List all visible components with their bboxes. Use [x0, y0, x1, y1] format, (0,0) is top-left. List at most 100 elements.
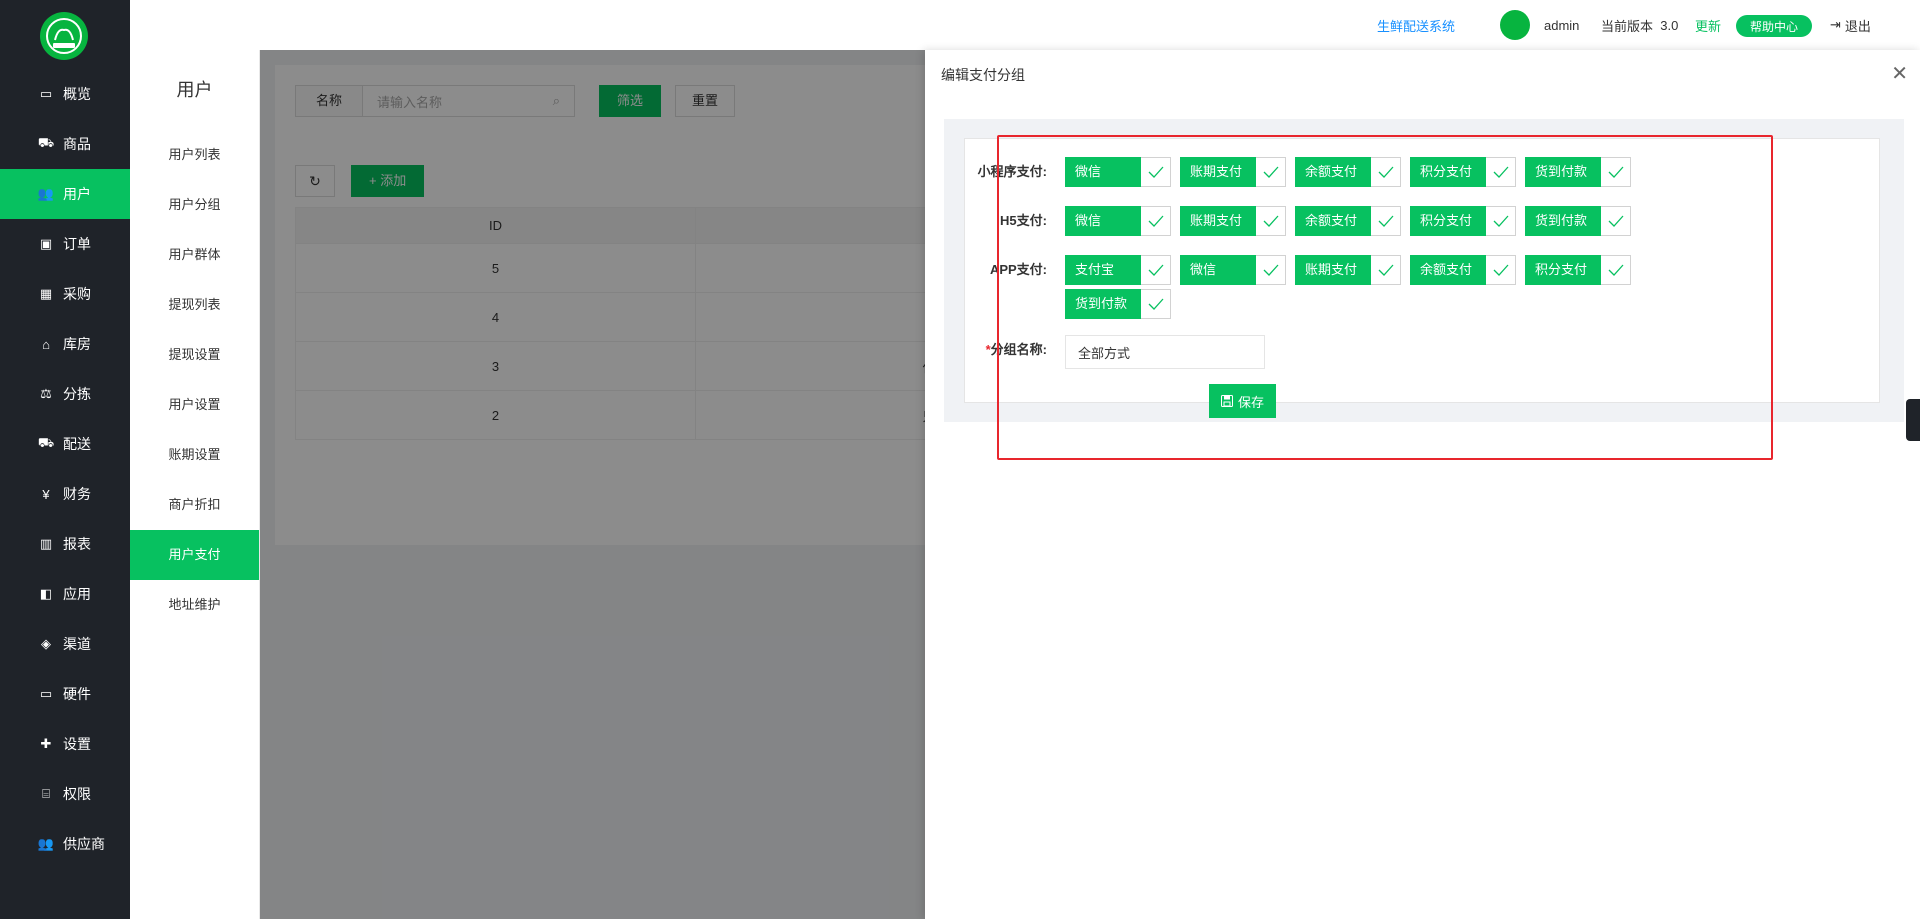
sidebar-item[interactable]: ▭ 概览 [0, 69, 130, 119]
app-label: APP支付: [989, 262, 1047, 277]
sidebar-item-label: 概览 [63, 86, 91, 102]
side-handle[interactable] [1906, 399, 1920, 441]
payment-option-checkbox[interactable]: 微信 [1065, 206, 1171, 236]
submenu-item[interactable]: 账期设置 [130, 430, 259, 480]
miniapp-options: 微信 账期支付 余额支付 积分支付 货到付款 [1065, 157, 1665, 191]
payment-option-checkbox[interactable]: 支付宝 [1065, 255, 1171, 285]
system-link[interactable]: 生鲜配送系统 [1377, 0, 1455, 50]
payment-option-checkbox[interactable]: 货到付款 [1525, 157, 1631, 187]
sidebar-item-label: 库房 [63, 336, 91, 352]
sidebar-item[interactable]: ⛟ 商品 [0, 119, 130, 169]
sidebar-item[interactable]: 👥 供应商 [0, 819, 130, 869]
desktop-icon: ▭ [39, 686, 53, 701]
save-label: 保存 [1238, 394, 1265, 410]
sidebar-item-label: 报表 [63, 536, 91, 552]
check-icon [1256, 255, 1286, 285]
bar-chart-icon: ▥ [39, 536, 53, 551]
help-center-button[interactable]: 帮助中心 [1736, 15, 1813, 37]
app-row: APP支付: 支付宝 微信 账期支付 余额支付 积分支付货到付款 [925, 255, 1665, 323]
logout-icon: ⇥ [1830, 17, 1841, 32]
sidebar-item[interactable]: ▦ 采购 [0, 269, 130, 319]
check-icon [1601, 157, 1631, 187]
sidebar-item[interactable]: ◧ 应用 [0, 569, 130, 619]
sidebar-item[interactable]: ¥ 财务 [0, 469, 130, 519]
payment-option-checkbox[interactable]: 货到付款 [1065, 289, 1171, 319]
payment-option-label: 微信 [1065, 157, 1141, 187]
payment-option-label: 支付宝 [1065, 255, 1141, 285]
sidebar-item[interactable]: ⌸ 权限 [0, 769, 130, 819]
payment-option-checkbox[interactable]: 余额支付 [1410, 255, 1516, 285]
sidebar-item[interactable]: ⛟ 配送 [0, 419, 130, 469]
monitor-icon: ▭ [39, 86, 53, 101]
cube-icon: ◈ [41, 636, 51, 651]
payment-option-checkbox[interactable]: 积分支付 [1410, 157, 1516, 187]
sidebar-item-label: 分拣 [63, 386, 91, 402]
sidebar-item-label: 应用 [63, 586, 91, 602]
group-name-label: *分组名称: [925, 335, 1065, 369]
submenu-item[interactable]: 用户群体 [130, 230, 259, 280]
submenu-item[interactable]: 用户支付 [130, 530, 259, 580]
group-name-input[interactable] [1065, 335, 1265, 369]
sidebar-item-label: 硬件 [63, 686, 91, 702]
payment-option-checkbox[interactable]: 账期支付 [1295, 255, 1401, 285]
sidebar-item[interactable]: ▣ 订单 [0, 219, 130, 269]
payment-option-checkbox[interactable]: 微信 [1180, 255, 1286, 285]
sidebar-item-label: 渠道 [63, 636, 91, 652]
save-button[interactable]: 保存 [1209, 384, 1277, 418]
check-icon [1141, 289, 1171, 319]
top-header: 生鲜配送系统 admin 当前版本 3.0 更新 帮助中心 ⇥ 退出 [130, 0, 1920, 50]
sidebar-item[interactable]: ⌂ 库房 [0, 319, 130, 369]
sidebar-item-label: 设置 [63, 736, 91, 752]
check-icon [1371, 157, 1401, 187]
submenu-item[interactable]: 地址维护 [130, 580, 259, 630]
sidebar-item[interactable]: ✚ 设置 [0, 719, 130, 769]
check-icon [1256, 206, 1286, 236]
payment-option-checkbox[interactable]: 积分支付 [1525, 255, 1631, 285]
sidebar-item-label: 订单 [63, 236, 91, 252]
bank-icon: ⌸ [42, 786, 50, 801]
users-icon: 👥 [37, 836, 55, 851]
logout-button[interactable]: ⇥ 退出 [1830, 0, 1871, 50]
logo-icon[interactable] [40, 12, 88, 60]
h5-row: H5支付: 微信 账期支付 余额支付 积分支付 货到付款 [925, 206, 1665, 240]
update-link[interactable]: 更新 [1695, 0, 1721, 50]
payment-option-checkbox[interactable]: 账期支付 [1180, 157, 1286, 187]
payment-option-checkbox[interactable]: 微信 [1065, 157, 1171, 187]
miniapp-row: 小程序支付: 微信 账期支付 余额支付 积分支付 货到付款 [925, 157, 1665, 191]
sidebar-item[interactable]: ◈ 渠道 [0, 619, 130, 669]
sidebar-item-label: 供应商 [63, 836, 105, 852]
submenu-item[interactable]: 商户折扣 [130, 480, 259, 530]
submenu-item[interactable]: 提现设置 [130, 330, 259, 380]
modal-overlay[interactable] [260, 50, 925, 919]
close-icon[interactable]: ✕ [1891, 64, 1908, 84]
payment-option-label: 余额支付 [1410, 255, 1486, 285]
sidebar-item-label: 配送 [63, 436, 91, 452]
payment-option-checkbox[interactable]: 余额支付 [1295, 157, 1401, 187]
payment-option-label: 账期支付 [1180, 157, 1256, 187]
miniapp-label: 小程序支付: [977, 164, 1047, 179]
user-name[interactable]: admin [1544, 0, 1579, 50]
submenu: 用户 用户列表 用户分组 用户群体 提现列表 提现设置 用户设置 账期设置 商户折扣 用户支付地… [130, 50, 260, 919]
sidebar-item[interactable]: 👥 用户 [0, 169, 130, 219]
main-sidebar: ▭ 概览 ⛟ 商品 👥 用户 ▣ 订单 ▦ 采购 ⌂ 库房 ⚖ 分拣 ⛟ 配送 ¥ 财务 ▥ 报表 ◧ 应用 ◈ 渠道 ▭ 硬件 ✚… [0, 0, 130, 919]
check-icon [1486, 157, 1516, 187]
payment-option-checkbox[interactable]: 账期支付 [1180, 206, 1286, 236]
payment-option-label: 货到付款 [1065, 289, 1141, 319]
payment-option-checkbox[interactable]: 货到付款 [1525, 206, 1631, 236]
submenu-item[interactable]: 用户设置 [130, 380, 259, 430]
app-options: 支付宝 微信 账期支付 余额支付 积分支付货到付款 [1065, 255, 1665, 323]
submenu-item[interactable]: 提现列表 [130, 280, 259, 330]
sidebar-item[interactable]: ▭ 硬件 [0, 669, 130, 719]
sidebar-item-label: 采购 [63, 286, 91, 302]
payment-option-checkbox[interactable]: 余额支付 [1295, 206, 1401, 236]
sidebar-item[interactable]: ▥ 报表 [0, 519, 130, 569]
submenu-item[interactable]: 用户分组 [130, 180, 259, 230]
submenu-item[interactable]: 用户列表 [130, 130, 259, 180]
avatar[interactable] [1500, 10, 1530, 40]
payment-option-checkbox[interactable]: 积分支付 [1410, 206, 1516, 236]
home-icon: ⌂ [42, 336, 50, 352]
sidebar-item[interactable]: ⚖ 分拣 [0, 369, 130, 419]
payment-option-label: 账期支付 [1180, 206, 1256, 236]
check-icon [1601, 255, 1631, 285]
group-name-row: *分组名称: [925, 335, 1265, 369]
